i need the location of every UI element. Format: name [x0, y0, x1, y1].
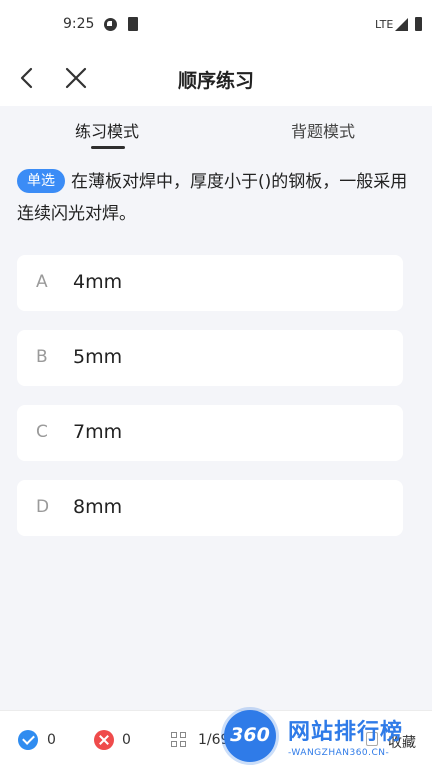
option-letter: B [36, 347, 48, 367]
tab-practice-mode[interactable]: 练习模式 [75, 118, 139, 142]
active-tab-indicator [91, 146, 125, 149]
option-text: 5mm [73, 346, 123, 368]
option-c[interactable]: C 7mm [17, 405, 403, 461]
wrong-count: 0 [122, 732, 131, 748]
media-status-icon [104, 18, 117, 31]
option-letter: C [36, 422, 48, 442]
watermark-url: -WANGZHAN360.CN- [288, 748, 390, 758]
option-b[interactable]: B 5mm [17, 330, 403, 386]
option-text: 8mm [73, 496, 123, 518]
sim-card-icon [128, 17, 138, 31]
watermark-logo: 360 网站排行榜 -WANGZHAN360.CN- [224, 708, 432, 768]
option-letter: A [36, 272, 48, 292]
page-title: 顺序练习 [177, 70, 254, 92]
mode-tabs: 练习模式 背题模式 [0, 106, 432, 152]
question-text: 在薄板对焊中，厚度小于()的钢板，一般采用连续闪光对焊。 [17, 172, 408, 224]
question-grid-icon[interactable] [171, 732, 187, 748]
option-a[interactable]: A 4mm [17, 255, 403, 311]
question: 单选 在薄板对焊中，厚度小于()的钢板，一般采用连续闪光对焊。 [17, 166, 417, 230]
network-type: LTE [375, 18, 394, 31]
watermark-name: 网站排行榜 [288, 720, 404, 745]
battery-icon [415, 17, 422, 31]
tab-recite-mode[interactable]: 背题模式 [291, 118, 355, 142]
option-letter: D [36, 497, 50, 517]
status-time: 9:25 [63, 16, 95, 32]
status-bar: 9:25 LTE [0, 0, 432, 50]
question-type-badge: 单选 [17, 169, 65, 193]
wrong-cross-icon [94, 730, 114, 750]
option-text: 7mm [73, 421, 123, 443]
correct-count: 0 [47, 732, 56, 748]
correct-check-icon [18, 730, 38, 750]
signal-icon [395, 18, 408, 31]
option-d[interactable]: D 8mm [17, 480, 403, 536]
nav-bar: 顺序练习 [0, 50, 432, 106]
option-text: 4mm [73, 271, 123, 293]
watermark-badge-text: 360 [230, 724, 270, 746]
